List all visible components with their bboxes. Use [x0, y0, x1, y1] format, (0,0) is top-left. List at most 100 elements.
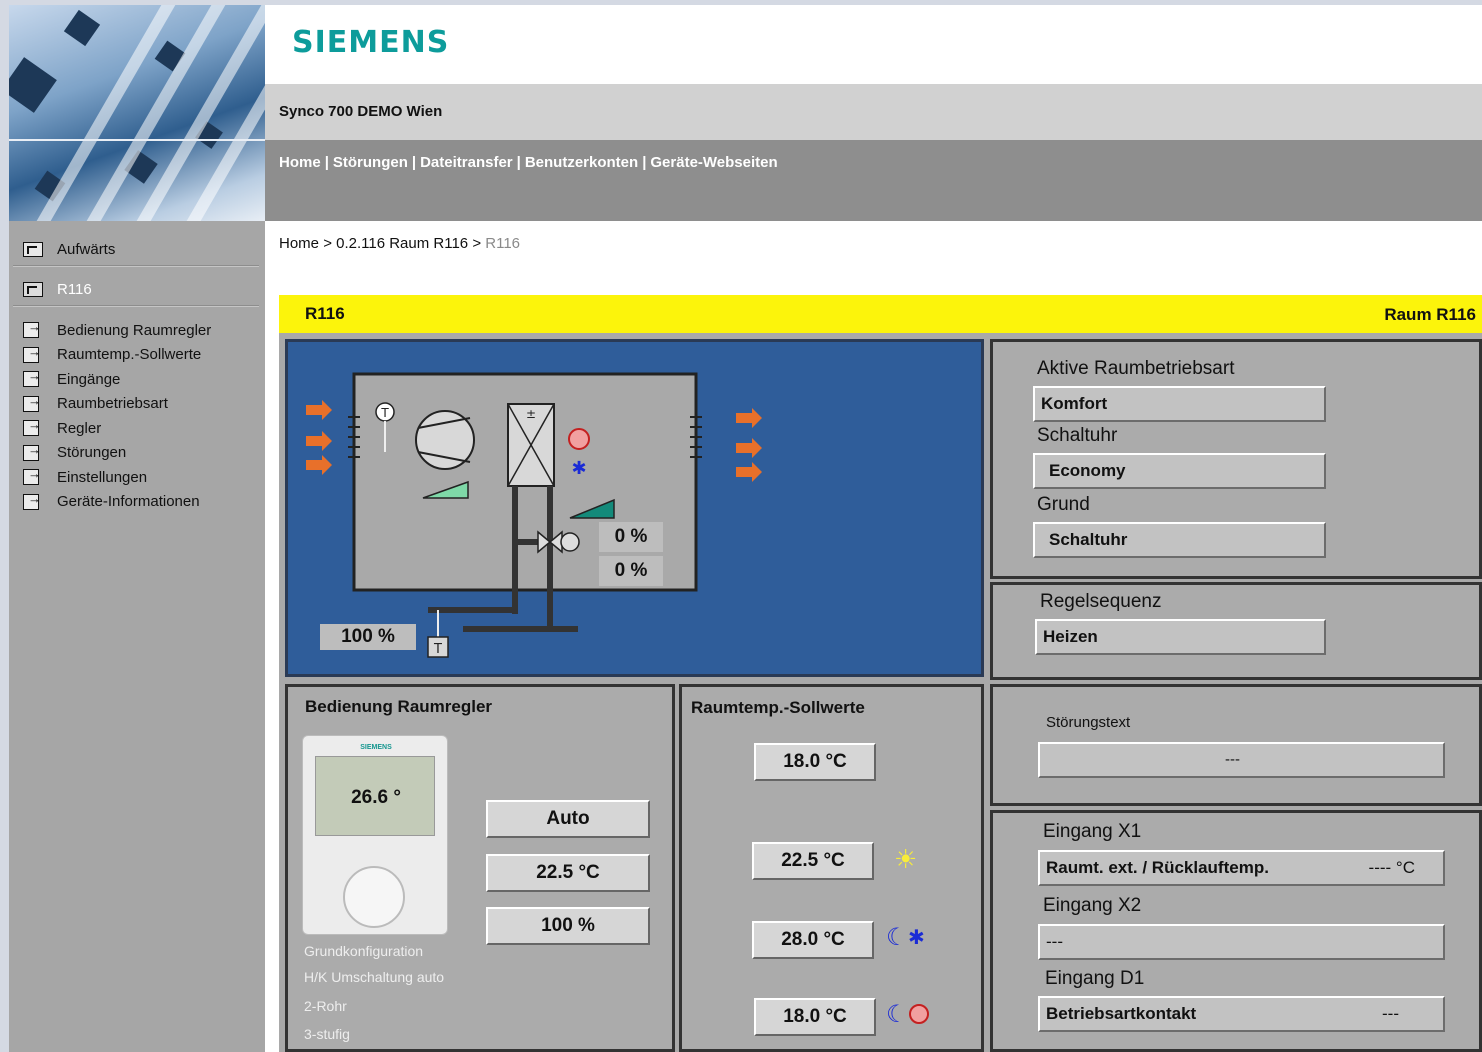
sidebar-item-label: Eingänge	[57, 370, 121, 388]
setpoint-economy-heating[interactable]: 18.0 °C	[754, 998, 876, 1036]
room-controller-panel: Bedienung Raumregler SIEMENS 26.6 ° Auto…	[285, 684, 675, 1052]
nav-benutzerkonten[interactable]: Benutzerkonten	[525, 154, 638, 171]
sidebar-current-label: R116	[57, 281, 92, 298]
sidebar-item-label: Störungen	[57, 444, 127, 462]
sidebar-item-raumbetriebsart[interactable]: Raumbetriebsart	[23, 392, 211, 417]
controller-mode-button[interactable]: Auto	[486, 800, 650, 838]
config-line: 2-Rohr	[304, 998, 347, 1014]
nav-stoerungen[interactable]: Störungen	[333, 154, 408, 171]
sidebar-up-link[interactable]: Aufwärts	[23, 241, 115, 258]
divider	[13, 265, 259, 267]
setpoint-comfort[interactable]: 22.5 °C	[752, 842, 874, 880]
device-knob	[343, 866, 405, 928]
sidebar: Aufwärts R116 Bedienung Raumregler Raumt…	[9, 221, 265, 1052]
controller-setpoint-field[interactable]: 22.5 °C	[486, 854, 650, 892]
snowflake-icon: ✱	[908, 927, 925, 949]
nav-separator: |	[516, 154, 521, 171]
sidebar-item-label: Geräte-Informationen	[57, 493, 200, 511]
setpoints-title: Raumtemp.-Sollwerte	[691, 698, 865, 717]
fan-output: 100 %	[320, 624, 416, 650]
input-d1-value: ---	[1382, 1004, 1399, 1023]
sequence-label: Regelsequenz	[1040, 591, 1162, 612]
reason-label: Grund	[1037, 494, 1090, 515]
room-title-bar: R116 Raum R116	[279, 295, 1482, 333]
config-line: Grundkonfiguration	[304, 943, 424, 959]
sidebar-item-label: Regler	[57, 419, 102, 437]
setpoint-protection[interactable]: 18.0 °C	[754, 743, 876, 781]
moon-icon: ☾	[886, 924, 908, 951]
sidebar-current-link[interactable]: R116	[23, 281, 92, 298]
nav-dateitransfer[interactable]: Dateitransfer	[420, 154, 513, 171]
heating-valve-output: 0 %	[599, 522, 663, 552]
sidebar-item-eingaenge[interactable]: Eingänge	[23, 367, 211, 392]
folder-up-icon	[23, 242, 43, 257]
room-name: Raum R116	[1384, 305, 1476, 324]
room-mode-panel: Aktive Raumbetriebsart Komfort Schaltuhr…	[990, 339, 1482, 579]
device-display: 26.6 °	[315, 756, 435, 836]
siemens-logo: SIEMENS	[292, 25, 450, 60]
site-title-bar: Synco 700 DEMO Wien	[265, 84, 1482, 140]
input-d1-field[interactable]: Betriebsartkontakt ---	[1038, 996, 1445, 1032]
input-x1-field[interactable]: Raumt. ext. / Rücklauftemp. ---- °C	[1038, 850, 1445, 886]
sidebar-item-geraete-informationen[interactable]: Geräte-Informationen	[23, 490, 211, 515]
breadcrumb-current: R116	[485, 235, 521, 252]
breadcrumb-sep: >	[472, 235, 482, 252]
page: Aufwärts R116 Bedienung Raumregler Raumt…	[9, 5, 1482, 1052]
active-mode-field[interactable]: Komfort	[1033, 386, 1326, 422]
input-x2-field[interactable]: ---	[1038, 924, 1445, 960]
sidebar-item-label: Einstellungen	[57, 468, 148, 486]
page-link-icon	[23, 393, 41, 412]
room-id: R116	[305, 304, 345, 323]
breadcrumb-sep: >	[323, 235, 332, 252]
header-photo	[9, 5, 265, 221]
svg-text:T: T	[380, 406, 389, 420]
sidebar-item-regler[interactable]: Regler	[23, 416, 211, 441]
nav-geraete-webseiten[interactable]: Geräte-Webseiten	[650, 154, 777, 171]
header: SIEMENS	[265, 5, 1482, 84]
sidebar-item-label: Bedienung Raumregler	[57, 321, 212, 339]
input-d1-name: Betriebsartkontakt	[1046, 1004, 1197, 1023]
setpoint-economy-cooling[interactable]: 28.0 °C	[752, 921, 874, 959]
site-title: Synco 700 DEMO Wien	[279, 103, 443, 120]
timer-field[interactable]: Economy	[1033, 453, 1326, 489]
config-line: H/K Umschaltung auto	[304, 969, 445, 985]
fault-value: ---	[1225, 751, 1240, 768]
sidebar-item-sollwerte[interactable]: Raumtemp.-Sollwerte	[23, 343, 211, 368]
outlet-arrows	[736, 408, 762, 482]
reason-field[interactable]: Schaltuhr	[1033, 522, 1326, 558]
inlet-arrows	[306, 400, 332, 475]
breadcrumb: Home > 0.2.116 Raum R116 > R116	[279, 235, 520, 252]
nav-separator: |	[411, 154, 417, 171]
fault-label: Störungstext	[1046, 714, 1131, 731]
input-d1-label: Eingang D1	[1045, 968, 1145, 989]
sidebar-item-stoerungen[interactable]: Störungen	[23, 441, 211, 466]
page-link-icon	[23, 442, 41, 461]
device-brand: SIEMENS	[360, 744, 392, 751]
config-line: 3-stufig	[304, 1026, 350, 1042]
input-x1-label: Eingang X1	[1043, 821, 1142, 842]
nav-separator: |	[324, 154, 329, 171]
inputs-panel: Eingang X1 Raumt. ext. / Rücklauftemp. -…	[990, 810, 1482, 1052]
fault-panel: Störungstext ---	[990, 684, 1482, 806]
nav-home[interactable]: Home	[279, 154, 321, 171]
breadcrumb-room[interactable]: 0.2.116 Raum R116	[336, 235, 468, 252]
page-link-icon	[23, 319, 41, 339]
controller-fan-field[interactable]: 100 %	[486, 907, 650, 945]
fault-field[interactable]: ---	[1038, 742, 1445, 778]
device-temperature: 26.6 °	[351, 787, 401, 808]
timer-label: Schaltuhr	[1037, 425, 1118, 446]
input-x1-name: Raumt. ext. / Rücklauftemp.	[1046, 858, 1269, 877]
sidebar-item-einstellungen[interactable]: Einstellungen	[23, 465, 211, 490]
page-link-icon	[23, 491, 41, 510]
divider	[13, 305, 259, 307]
sidebar-item-bedienung[interactable]: Bedienung Raumregler	[23, 318, 211, 343]
svg-text:✱: ✱	[571, 458, 586, 479]
sequence-field[interactable]: Heizen	[1035, 619, 1326, 655]
sidebar-item-label: Raumbetriebsart	[57, 395, 168, 413]
svg-text:T: T	[433, 642, 442, 657]
sun-icon: ☀	[894, 844, 918, 874]
nav-separator: |	[642, 154, 647, 171]
breadcrumb-home[interactable]: Home	[279, 235, 319, 252]
sidebar-item-label: Raumtemp.-Sollwerte	[57, 346, 202, 364]
page-link-icon	[23, 466, 41, 486]
